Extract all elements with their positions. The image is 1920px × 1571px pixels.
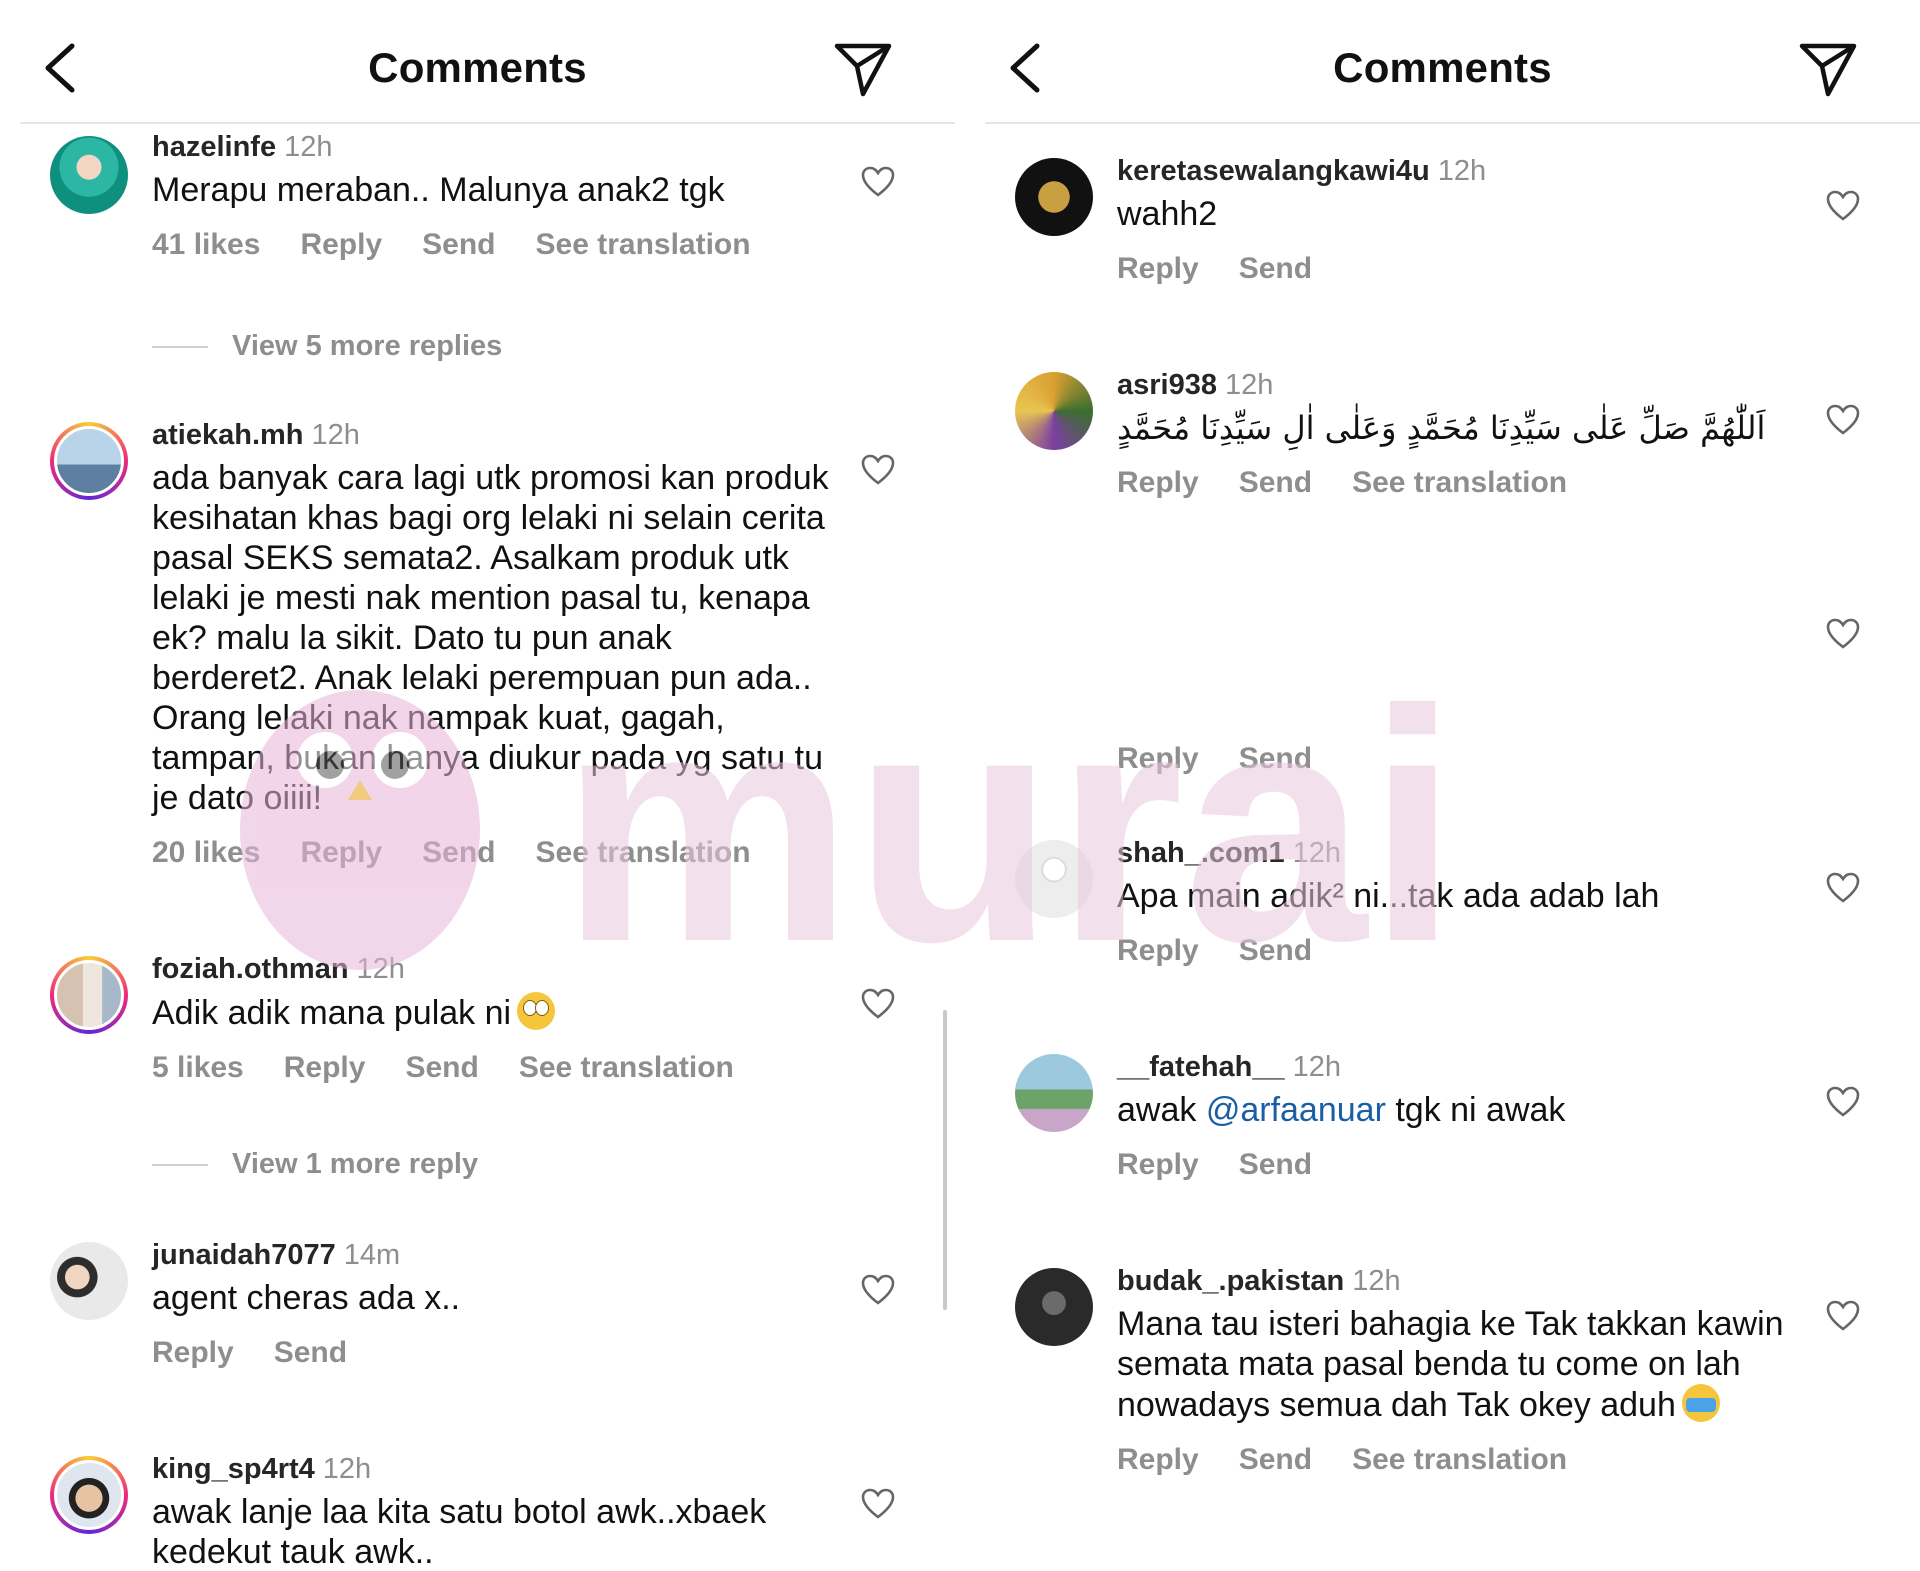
comment-username[interactable]: hazelinfe xyxy=(152,131,276,163)
comment-text: اَللّٰهُمَّ صَلِّ عَلٰى سَيِّدِنَا مُحَم… xyxy=(1117,409,1766,447)
avatar[interactable] xyxy=(50,1456,128,1534)
view-more-replies-label: View 5 more replies xyxy=(232,330,503,362)
heart-outline-icon[interactable] xyxy=(1826,618,1860,650)
likes-count[interactable]: 41 likes xyxy=(152,228,260,261)
see-translation-button[interactable]: See translation xyxy=(536,228,751,261)
reply-thread-line xyxy=(152,346,208,349)
comment-username[interactable]: king_sp4rt4 xyxy=(152,1453,315,1485)
avatar[interactable] xyxy=(1015,158,1093,236)
header: Comments xyxy=(965,0,1920,124)
page-title: Comments xyxy=(1333,44,1552,91)
heart-outline-icon[interactable] xyxy=(1826,1300,1860,1332)
comments-panel-right: Comments keretasewalangkawi4u 12h wahh2 R… xyxy=(965,0,1920,1571)
see-translation-button[interactable]: See translation xyxy=(1352,1443,1567,1476)
send-button[interactable]: Send xyxy=(422,836,495,869)
heart-outline-icon[interactable] xyxy=(1826,404,1860,436)
avatar[interactable] xyxy=(1015,840,1093,918)
comment-text: agent cheras ada x.. xyxy=(152,1279,461,1317)
reply-thread-line xyxy=(152,1164,208,1167)
mention-link[interactable]: @arfaanuar xyxy=(1206,1091,1386,1129)
comment-text: Adik adik mana pulak ni xyxy=(152,994,512,1032)
reply-button[interactable]: Reply xyxy=(284,1051,366,1084)
send-button[interactable]: Send xyxy=(274,1336,347,1369)
header: Comments xyxy=(0,0,955,124)
comment-username[interactable]: atiekah.mh xyxy=(152,419,304,451)
comment-time: 12h xyxy=(1437,155,1487,187)
comment-username[interactable]: foziah.othman xyxy=(152,953,349,985)
comment-time: 12h xyxy=(311,419,360,451)
view-more-replies-button[interactable]: View 5 more replies xyxy=(152,330,502,363)
comment-text: awak lanje laa kita satu botol awk..xbae… xyxy=(152,1493,767,1571)
view-more-replies-button[interactable]: View 1 more reply xyxy=(152,1148,478,1181)
reply-button[interactable]: Reply xyxy=(1117,252,1199,285)
comment-text: wahh2 xyxy=(1117,195,1218,233)
send-button[interactable]: Send xyxy=(1239,252,1312,285)
comment-username[interactable]: budak_.pakistan xyxy=(1117,1265,1344,1297)
comment-username[interactable]: junaidah7077 xyxy=(152,1239,336,1271)
heart-outline-icon[interactable] xyxy=(861,1274,895,1306)
send-button[interactable]: Send xyxy=(1239,1148,1312,1181)
comment-text: Merapu meraban.. Malunya anak2 tgk xyxy=(152,171,725,209)
avatar[interactable] xyxy=(50,956,128,1034)
comment-time: 12h xyxy=(1225,369,1274,401)
see-translation-button[interactable]: See translation xyxy=(536,836,751,869)
avatar[interactable] xyxy=(50,1242,128,1320)
reply-button[interactable]: Reply xyxy=(1117,1443,1199,1476)
eye-roll-emoji-icon xyxy=(517,992,556,1030)
heart-outline-icon[interactable] xyxy=(1826,1086,1860,1118)
avatar[interactable] xyxy=(50,136,128,214)
paper-plane-icon[interactable] xyxy=(1798,40,1858,98)
reply-button[interactable]: Reply xyxy=(300,836,382,869)
comment-time: 12h xyxy=(284,131,333,163)
comment-time: 12h xyxy=(1352,1265,1401,1297)
header-divider xyxy=(985,122,1920,124)
paper-plane-icon[interactable] xyxy=(833,40,893,98)
comment-text: tgk ni awak xyxy=(1385,1091,1566,1129)
heart-outline-icon[interactable] xyxy=(1826,872,1860,904)
heart-outline-icon[interactable] xyxy=(861,1488,895,1520)
avatar[interactable] xyxy=(50,422,128,500)
comment-text: awak xyxy=(1117,1091,1206,1129)
send-button[interactable]: Send xyxy=(1239,1443,1312,1476)
page-title: Comments xyxy=(368,44,587,91)
comment-username[interactable]: shah_.com1 xyxy=(1117,837,1285,869)
scrollbar[interactable] xyxy=(943,1010,947,1310)
send-button[interactable]: Send xyxy=(1239,466,1312,499)
comment-time: 14m xyxy=(343,1239,401,1271)
heart-outline-icon[interactable] xyxy=(861,988,895,1020)
comment-time: 12h xyxy=(322,1453,372,1485)
comment-time: 12h xyxy=(356,953,405,985)
reply-button[interactable]: Reply xyxy=(1117,742,1199,775)
view-more-replies-label: View 1 more reply xyxy=(232,1148,479,1180)
send-button[interactable]: Send xyxy=(1239,934,1312,967)
heart-outline-icon[interactable] xyxy=(861,454,895,486)
comment-text: ada banyak cara lagi utk promosi kan pro… xyxy=(152,459,829,817)
reply-button[interactable]: Reply xyxy=(1117,1148,1199,1181)
likes-count[interactable]: 5 likes xyxy=(152,1051,244,1084)
comments-panel-left: Comments hazelinfe 12h Merapu meraban.. M… xyxy=(0,0,955,1571)
comment-time: 12h xyxy=(1292,1051,1342,1083)
see-translation-button[interactable]: See translation xyxy=(1352,466,1567,499)
avatar[interactable] xyxy=(1015,372,1093,450)
reply-button[interactable]: Reply xyxy=(300,228,382,261)
comment-text: Apa main adik² ni...tak ada adab lah xyxy=(1117,877,1660,915)
reply-button[interactable]: Reply xyxy=(152,1336,234,1369)
heart-outline-icon[interactable] xyxy=(1826,190,1860,222)
send-button[interactable]: Send xyxy=(422,228,495,261)
send-button[interactable]: Send xyxy=(405,1051,478,1084)
comment-time: 12h xyxy=(1292,837,1342,869)
heart-outline-icon[interactable] xyxy=(861,166,895,198)
send-button[interactable]: Send xyxy=(1239,742,1312,775)
see-translation-button[interactable]: See translation xyxy=(519,1051,734,1084)
comment-username[interactable]: __fatehah__ xyxy=(1117,1051,1285,1083)
header-divider xyxy=(20,122,955,124)
reply-button[interactable]: Reply xyxy=(1117,934,1199,967)
comment-username[interactable]: keretasewalangkawi4u xyxy=(1117,155,1430,187)
likes-count[interactable]: 20 likes xyxy=(152,836,260,869)
reply-button[interactable]: Reply xyxy=(1117,466,1199,499)
comment-username[interactable]: asri938 xyxy=(1117,369,1217,401)
avatar[interactable] xyxy=(1015,1054,1093,1132)
avatar[interactable] xyxy=(1015,1268,1093,1346)
crying-emoji-icon xyxy=(1681,1384,1720,1422)
